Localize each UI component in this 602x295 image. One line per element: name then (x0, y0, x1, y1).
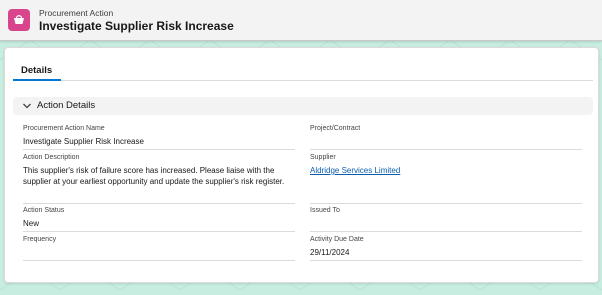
field-action-status: Action Status New (23, 206, 295, 229)
field-action-name: Procurement Action Name Investigate Supp… (23, 124, 295, 147)
field-action-description: Action Description This supplier's risk … (23, 153, 295, 187)
object-type-label: Procurement Action (39, 8, 114, 18)
divider (23, 231, 295, 232)
active-tab-indicator (13, 79, 61, 81)
field-label: Supplier (310, 154, 336, 161)
record-title: Investigate Supplier Risk Increase (39, 19, 234, 33)
field-value: 29/11/2024 (310, 248, 350, 257)
field-value: New (23, 219, 40, 228)
field-value: Aldridge Services Limited (310, 165, 582, 176)
tab-details[interactable]: Details (21, 65, 52, 76)
field-frequency: Frequency (23, 235, 295, 247)
chevron-down-icon (23, 103, 31, 109)
tab-bar: Details (13, 64, 593, 81)
divider (310, 231, 582, 232)
field-label: Activity Due Date (310, 236, 364, 243)
field-supplier: Supplier Aldridge Services Limited (310, 153, 582, 176)
field-label: Frequency (23, 236, 57, 243)
field-value: Investigate Supplier Risk Increase (23, 137, 144, 146)
details-card: Details Action Details Procurement Actio… (4, 47, 599, 283)
divider (310, 203, 582, 204)
section-action-details-toggle[interactable]: Action Details (13, 97, 593, 115)
field-label: Project/Contract (310, 125, 361, 132)
divider (310, 149, 582, 150)
field-label: Action Status (23, 207, 65, 214)
divider (310, 260, 582, 261)
divider (23, 203, 295, 204)
field-activity-due-date: Activity Due Date 29/11/2024 (310, 235, 582, 258)
procurement-action-icon (8, 9, 30, 31)
field-value: This supplier's risk of failure score ha… (23, 166, 285, 186)
field-label: Procurement Action Name (23, 125, 105, 132)
supplier-link[interactable]: Aldridge Services Limited (310, 166, 400, 175)
field-label: Action Description (23, 154, 80, 161)
record-header: Procurement Action Investigate Supplier … (0, 0, 602, 41)
divider (23, 149, 295, 150)
field-label: Issued To (310, 207, 340, 214)
field-project-contract: Project/Contract (310, 124, 582, 136)
section-title: Action Details (37, 100, 96, 111)
field-issued-to: Issued To (310, 206, 582, 218)
divider (23, 260, 295, 261)
